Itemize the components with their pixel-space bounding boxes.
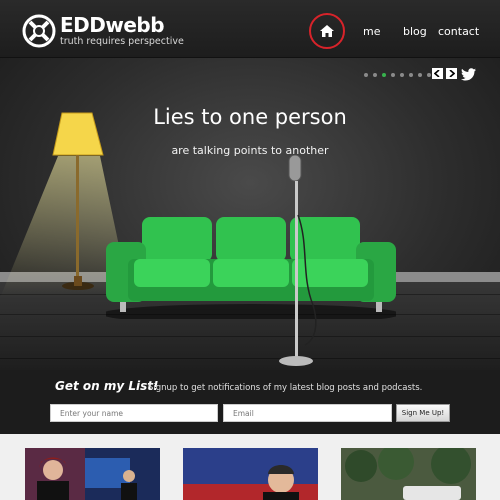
arrow-left-icon: [434, 70, 440, 77]
nav-me-link[interactable]: me: [363, 25, 380, 38]
slide-dot[interactable]: [364, 73, 368, 77]
page: EDDwebb truth requires perspective me bl…: [0, 0, 500, 500]
slide-indicator: [364, 73, 431, 77]
slide-dot[interactable]: [400, 73, 404, 77]
email-input[interactable]: Email: [223, 404, 392, 422]
name-input[interactable]: Enter your name: [50, 404, 218, 422]
home-icon: [320, 25, 334, 37]
logo[interactable]: EDDwebb truth requires perspective: [22, 14, 184, 48]
slide-dot[interactable]: [409, 73, 413, 77]
signup-description: Signup to get notifications of my latest…: [148, 383, 423, 393]
post-thumbnail[interactable]: [25, 448, 160, 500]
news-anchor-thumbnail: [25, 448, 160, 500]
signup-title: Get on my List!: [55, 379, 159, 393]
hero-slider: Lies to one person are talking points to…: [0, 58, 500, 370]
next-slide-button[interactable]: [446, 68, 457, 79]
nav-home-button[interactable]: [309, 13, 345, 49]
prev-slide-button[interactable]: [432, 68, 443, 79]
logo-icon: [22, 14, 56, 48]
slide-dot[interactable]: [391, 73, 395, 77]
slide-dot-active[interactable]: [382, 73, 386, 77]
post-thumbnail[interactable]: [341, 448, 476, 500]
politician-thumbnail: [183, 448, 318, 500]
green-couch-illustration: [106, 217, 396, 319]
hero-title: Lies to one person: [153, 105, 347, 129]
microphone-stand-illustration: [279, 155, 317, 366]
logo-title: EDDwebb: [60, 13, 165, 37]
slide-dot[interactable]: [427, 73, 431, 77]
newsletter-signup: Get on my List! Signup to get notificati…: [0, 370, 500, 434]
site-header: EDDwebb truth requires perspective me bl…: [0, 0, 500, 58]
arrow-right-icon: [449, 70, 455, 77]
nav-contact-link[interactable]: contact: [438, 25, 479, 38]
logo-tagline: truth requires perspective: [60, 36, 184, 47]
slide-dot[interactable]: [373, 73, 377, 77]
slide-dot[interactable]: [418, 73, 422, 77]
post-thumbnails: [0, 434, 500, 500]
hero-subtitle: are talking points to another: [171, 144, 329, 157]
post-thumbnail[interactable]: [183, 448, 318, 500]
sign-up-button[interactable]: Sign Me Up!: [396, 404, 450, 422]
nav-blog-link[interactable]: blog: [403, 25, 427, 38]
twitter-icon[interactable]: [461, 68, 476, 81]
outdoor-thumbnail: [341, 448, 476, 500]
